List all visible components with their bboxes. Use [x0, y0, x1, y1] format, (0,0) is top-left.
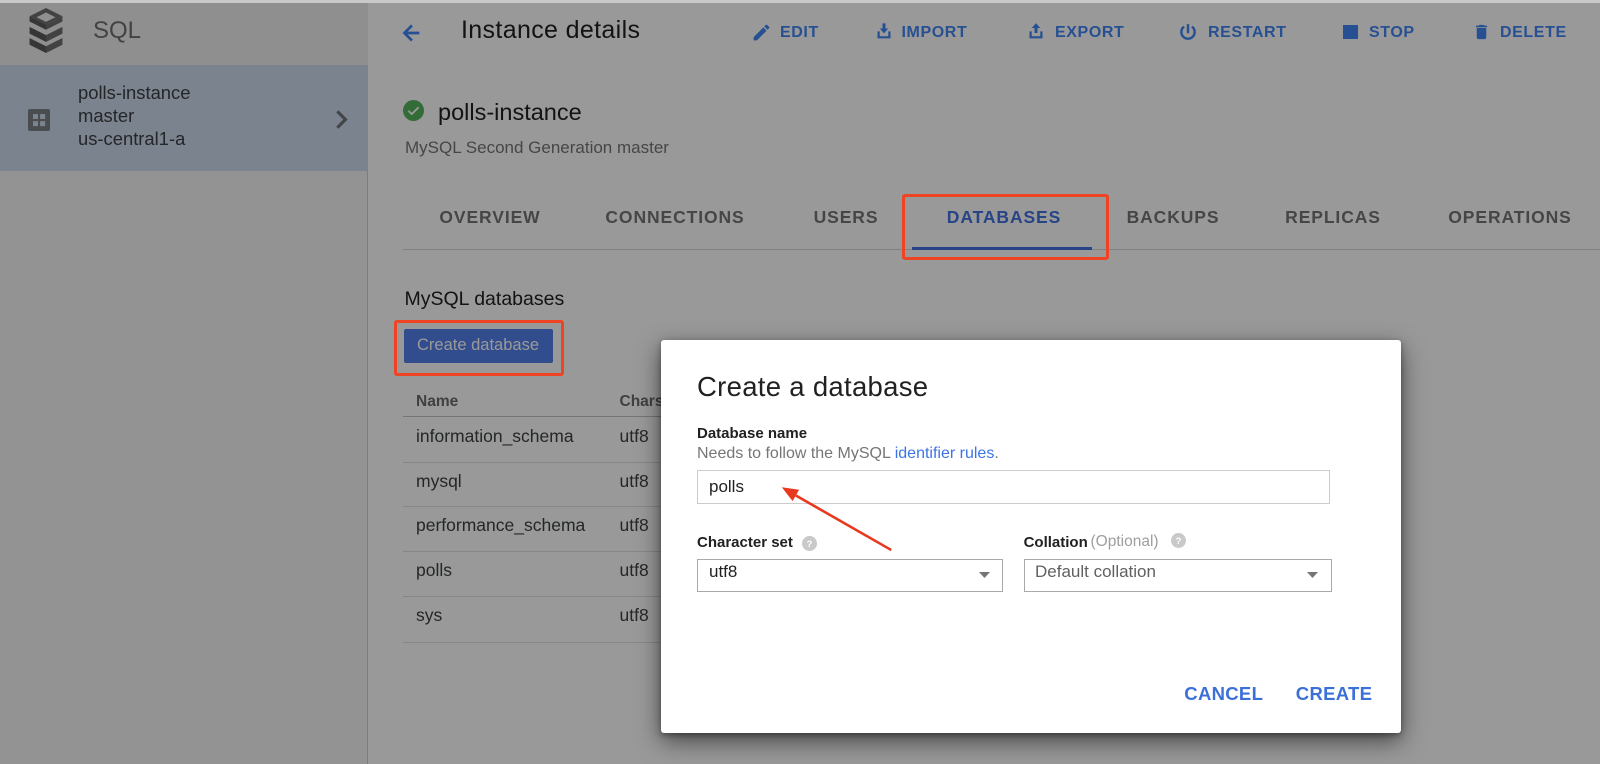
svg-text:?: ?: [1176, 536, 1182, 546]
